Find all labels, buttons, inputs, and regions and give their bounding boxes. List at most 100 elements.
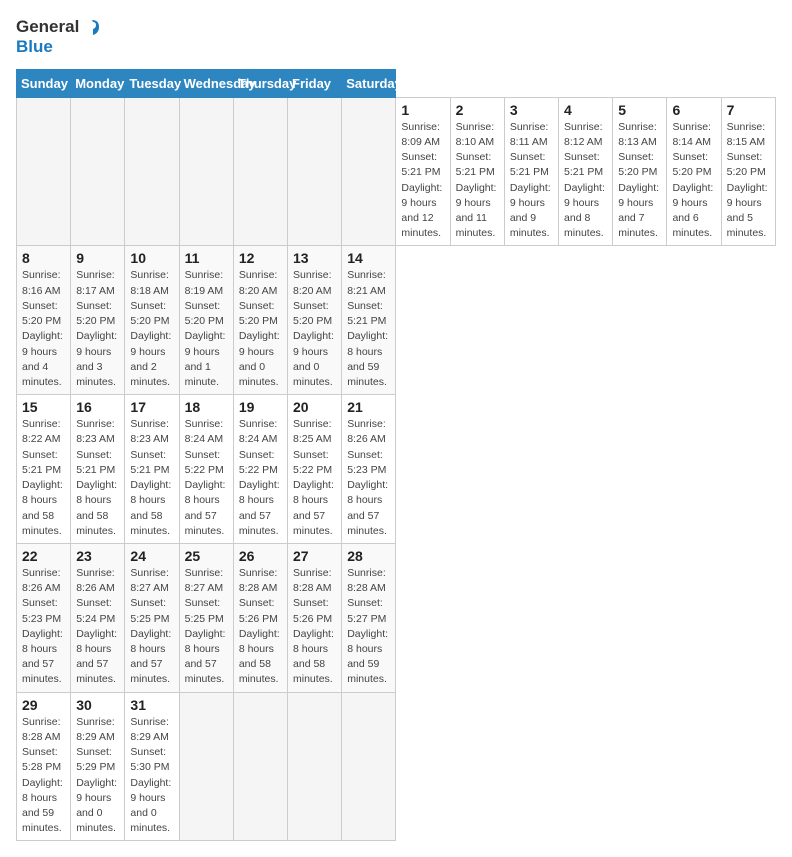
calendar-cell: 22 Sunrise: 8:26 AMSunset: 5:23 PMDayligh… xyxy=(17,543,71,692)
day-detail: Sunrise: 8:28 AMSunset: 5:26 PMDaylight:… xyxy=(293,566,336,688)
day-number: 19 xyxy=(239,399,282,415)
day-number: 25 xyxy=(185,548,228,564)
calendar-cell: 24Sunrise: 8:27 AMSunset: 5:25 PMDayligh… xyxy=(125,543,179,692)
weekday-header: Monday xyxy=(71,69,125,97)
day-detail: Sunrise: 8:15 AMSunset: 5:20 PMDaylight:… xyxy=(727,120,770,242)
day-detail: Sunrise: 8:20 AMSunset: 5:20 PMDaylight:… xyxy=(239,268,282,390)
calendar-cell xyxy=(233,97,287,246)
day-number: 29 xyxy=(22,697,65,713)
day-detail: Sunrise: 8:10 AMSunset: 5:21 PMDaylight:… xyxy=(456,120,499,242)
calendar-cell: 13Sunrise: 8:20 AMSunset: 5:20 PMDayligh… xyxy=(288,246,342,395)
day-number: 4 xyxy=(564,102,607,118)
day-detail: Sunrise: 8:18 AMSunset: 5:20 PMDaylight:… xyxy=(130,268,173,390)
day-number: 6 xyxy=(672,102,715,118)
calendar-cell: 8Sunrise: 8:16 AMSunset: 5:20 PMDaylight… xyxy=(17,246,71,395)
calendar-cell: 20Sunrise: 8:25 AMSunset: 5:22 PMDayligh… xyxy=(288,395,342,544)
day-detail: Sunrise: 8:16 AMSunset: 5:20 PMDaylight:… xyxy=(22,268,65,390)
calendar-cell: 31Sunrise: 8:29 AMSunset: 5:30 PMDayligh… xyxy=(125,692,179,841)
calendar-cell xyxy=(233,692,287,841)
day-detail: Sunrise: 8:24 AMSunset: 5:22 PMDaylight:… xyxy=(239,417,282,539)
day-detail: Sunrise: 8:27 AMSunset: 5:25 PMDaylight:… xyxy=(130,566,173,688)
calendar-cell: 2 Sunrise: 8:10 AMSunset: 5:21 PMDaylight… xyxy=(450,97,504,246)
day-detail: Sunrise: 8:11 AMSunset: 5:21 PMDaylight:… xyxy=(510,120,553,242)
calendar-cell: 7 Sunrise: 8:15 AMSunset: 5:20 PMDaylight… xyxy=(721,97,775,246)
calendar-cell: 6 Sunrise: 8:14 AMSunset: 5:20 PMDaylight… xyxy=(667,97,721,246)
calendar-cell xyxy=(342,692,396,841)
calendar-cell: 28Sunrise: 8:28 AMSunset: 5:27 PMDayligh… xyxy=(342,543,396,692)
day-number: 2 xyxy=(456,102,499,118)
calendar-cell: 30Sunrise: 8:29 AMSunset: 5:29 PMDayligh… xyxy=(71,692,125,841)
day-detail: Sunrise: 8:24 AMSunset: 5:22 PMDaylight:… xyxy=(185,417,228,539)
calendar-cell: 11Sunrise: 8:19 AMSunset: 5:20 PMDayligh… xyxy=(179,246,233,395)
calendar-cell xyxy=(179,97,233,246)
calendar-week-row: 1Sunrise: 8:09 AMSunset: 5:21 PMDaylight… xyxy=(17,97,776,246)
calendar-cell: 3Sunrise: 8:11 AMSunset: 5:21 PMDaylight… xyxy=(504,97,558,246)
day-detail: Sunrise: 8:26 AMSunset: 5:23 PMDaylight:… xyxy=(22,566,65,688)
calendar-cell: 15 Sunrise: 8:22 AMSunset: 5:21 PMDayligh… xyxy=(17,395,71,544)
calendar-cell: 19 Sunrise: 8:24 AMSunset: 5:22 PMDayligh… xyxy=(233,395,287,544)
calendar-cell: 1Sunrise: 8:09 AMSunset: 5:21 PMDaylight… xyxy=(396,97,450,246)
day-detail: Sunrise: 8:22 AMSunset: 5:21 PMDaylight:… xyxy=(22,417,65,539)
calendar-cell xyxy=(288,97,342,246)
day-number: 15 xyxy=(22,399,65,415)
day-detail: Sunrise: 8:14 AMSunset: 5:20 PMDaylight:… xyxy=(672,120,715,242)
logo-general: General xyxy=(16,18,79,37)
day-detail: Sunrise: 8:23 AMSunset: 5:21 PMDaylight:… xyxy=(76,417,119,539)
day-number: 7 xyxy=(727,102,770,118)
calendar-cell: 4 Sunrise: 8:12 AMSunset: 5:21 PMDaylight… xyxy=(559,97,613,246)
day-number: 10 xyxy=(130,250,173,266)
day-detail: Sunrise: 8:13 AMSunset: 5:20 PMDaylight:… xyxy=(618,120,661,242)
calendar-cell xyxy=(342,97,396,246)
page-header: General Blue xyxy=(16,16,776,57)
calendar-cell xyxy=(288,692,342,841)
calendar-cell xyxy=(125,97,179,246)
calendar-cell xyxy=(71,97,125,246)
weekday-header: Thursday xyxy=(233,69,287,97)
day-detail: Sunrise: 8:28 AMSunset: 5:28 PMDaylight:… xyxy=(22,715,65,837)
weekday-header: Sunday xyxy=(17,69,71,97)
calendar-cell: 12 Sunrise: 8:20 AMSunset: 5:20 PMDayligh… xyxy=(233,246,287,395)
calendar-week-row: 29 Sunrise: 8:28 AMSunset: 5:28 PMDayligh… xyxy=(17,692,776,841)
day-detail: Sunrise: 8:12 AMSunset: 5:21 PMDaylight:… xyxy=(564,120,607,242)
calendar-cell: 29 Sunrise: 8:28 AMSunset: 5:28 PMDayligh… xyxy=(17,692,71,841)
calendar-cell: 5Sunrise: 8:13 AMSunset: 5:20 PMDaylight… xyxy=(613,97,667,246)
calendar-cell: 9Sunrise: 8:17 AMSunset: 5:20 PMDaylight… xyxy=(71,246,125,395)
day-detail: Sunrise: 8:27 AMSunset: 5:25 PMDaylight:… xyxy=(185,566,228,688)
day-number: 11 xyxy=(185,250,228,266)
day-number: 27 xyxy=(293,548,336,564)
weekday-header-row: SundayMondayTuesdayWednesdayThursdayFrid… xyxy=(17,69,776,97)
day-number: 14 xyxy=(347,250,390,266)
day-detail: Sunrise: 8:26 AMSunset: 5:23 PMDaylight:… xyxy=(347,417,390,539)
day-number: 23 xyxy=(76,548,119,564)
calendar-week-row: 8Sunrise: 8:16 AMSunset: 5:20 PMDaylight… xyxy=(17,246,776,395)
weekday-header: Wednesday xyxy=(179,69,233,97)
day-detail: Sunrise: 8:26 AMSunset: 5:24 PMDaylight:… xyxy=(76,566,119,688)
calendar-cell: 16 Sunrise: 8:23 AMSunset: 5:21 PMDayligh… xyxy=(71,395,125,544)
day-number: 21 xyxy=(347,399,390,415)
day-number: 22 xyxy=(22,548,65,564)
calendar-cell xyxy=(17,97,71,246)
weekday-header: Friday xyxy=(288,69,342,97)
weekday-header: Saturday xyxy=(342,69,396,97)
calendar-cell: 21 Sunrise: 8:26 AMSunset: 5:23 PMDayligh… xyxy=(342,395,396,544)
day-detail: Sunrise: 8:21 AMSunset: 5:21 PMDaylight:… xyxy=(347,268,390,390)
calendar-cell: 14 Sunrise: 8:21 AMSunset: 5:21 PMDayligh… xyxy=(342,246,396,395)
calendar-cell: 10 Sunrise: 8:18 AMSunset: 5:20 PMDayligh… xyxy=(125,246,179,395)
logo-blue: Blue xyxy=(16,38,103,57)
weekday-header: Tuesday xyxy=(125,69,179,97)
calendar-cell: 17Sunrise: 8:23 AMSunset: 5:21 PMDayligh… xyxy=(125,395,179,544)
calendar-cell: 26Sunrise: 8:28 AMSunset: 5:26 PMDayligh… xyxy=(233,543,287,692)
calendar-cell xyxy=(179,692,233,841)
day-number: 31 xyxy=(130,697,173,713)
calendar-cell: 18Sunrise: 8:24 AMSunset: 5:22 PMDayligh… xyxy=(179,395,233,544)
day-detail: Sunrise: 8:20 AMSunset: 5:20 PMDaylight:… xyxy=(293,268,336,390)
logo: General Blue xyxy=(16,16,103,57)
day-number: 20 xyxy=(293,399,336,415)
day-number: 12 xyxy=(239,250,282,266)
day-number: 16 xyxy=(76,399,119,415)
day-detail: Sunrise: 8:28 AMSunset: 5:26 PMDaylight:… xyxy=(239,566,282,688)
logo-container: General Blue xyxy=(16,16,103,57)
day-number: 30 xyxy=(76,697,119,713)
day-detail: Sunrise: 8:28 AMSunset: 5:27 PMDaylight:… xyxy=(347,566,390,688)
day-number: 9 xyxy=(76,250,119,266)
